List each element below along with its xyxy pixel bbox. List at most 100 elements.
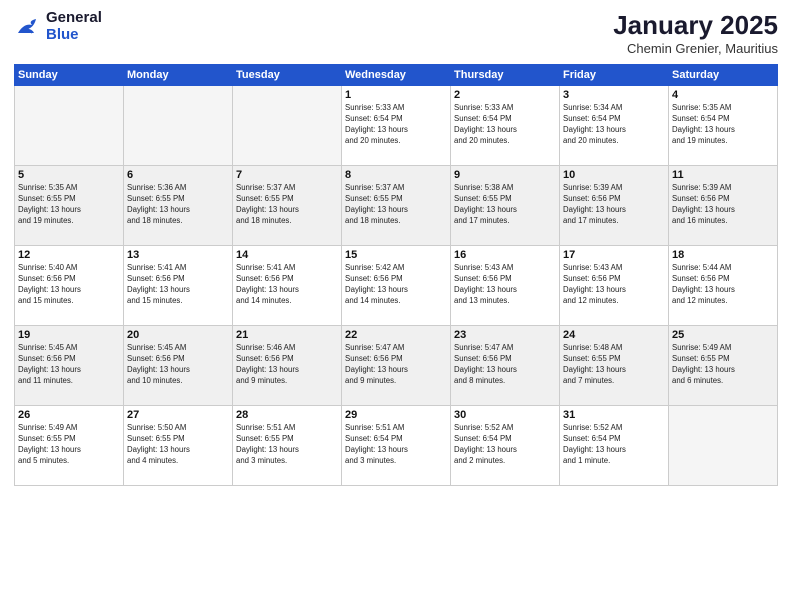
day-number: 20: [127, 329, 229, 341]
logo: General Blue: [14, 10, 102, 43]
calendar-cell: 3 Sunrise: 5:34 AMSunset: 6:54 PMDaylight…: [560, 86, 669, 166]
day-number: 16: [454, 249, 556, 261]
day-number: 5: [18, 169, 120, 181]
day-info: Sunrise: 5:46 AMSunset: 6:56 PMDaylight:…: [236, 343, 338, 387]
calendar-cell: 24 Sunrise: 5:48 AMSunset: 6:55 PMDayligh…: [560, 326, 669, 406]
col-friday: Friday: [560, 65, 669, 86]
day-info: Sunrise: 5:36 AMSunset: 6:55 PMDaylight:…: [127, 183, 229, 227]
day-info: Sunrise: 5:39 AMSunset: 6:56 PMDaylight:…: [672, 183, 774, 227]
calendar-cell: 29 Sunrise: 5:51 AMSunset: 6:54 PMDayligh…: [342, 406, 451, 486]
day-info: Sunrise: 5:47 AMSunset: 6:56 PMDaylight:…: [345, 343, 447, 387]
day-number: 28: [236, 409, 338, 421]
day-number: 6: [127, 169, 229, 181]
col-monday: Monday: [124, 65, 233, 86]
calendar-cell: 22 Sunrise: 5:47 AMSunset: 6:56 PMDayligh…: [342, 326, 451, 406]
day-info: Sunrise: 5:45 AMSunset: 6:56 PMDaylight:…: [18, 343, 120, 387]
calendar-cell: 10Sunrise: 5:39 AMSunset: 6:56 PMDayligh…: [560, 166, 669, 246]
calendar-cell: [669, 406, 778, 486]
calendar-cell: 9Sunrise: 5:38 AMSunset: 6:55 PMDaylight…: [451, 166, 560, 246]
day-info: Sunrise: 5:50 AMSunset: 6:55 PMDaylight:…: [127, 423, 229, 467]
day-number: 8: [345, 169, 447, 181]
day-info: Sunrise: 5:49 AMSunset: 6:55 PMDaylight:…: [672, 343, 774, 387]
calendar-cell: 20Sunrise: 5:45 AMSunset: 6:56 PMDayligh…: [124, 326, 233, 406]
calendar-cell: 19Sunrise: 5:45 AMSunset: 6:56 PMDayligh…: [15, 326, 124, 406]
col-tuesday: Tuesday: [233, 65, 342, 86]
day-info: Sunrise: 5:43 AMSunset: 6:56 PMDaylight:…: [454, 263, 556, 307]
calendar-table: Sunday Monday Tuesday Wednesday Thursday…: [14, 64, 778, 486]
day-number: 14: [236, 249, 338, 261]
calendar-week-5: 26 Sunrise: 5:49 AMSunset: 6:55 PMDayligh…: [15, 406, 778, 486]
day-info: Sunrise: 5:52 AMSunset: 6:54 PMDaylight:…: [563, 423, 665, 467]
month-title: January 2025: [613, 10, 778, 41]
day-number: 4: [672, 89, 774, 101]
day-info: Sunrise: 5:40 AMSunset: 6:56 PMDaylight:…: [18, 263, 120, 307]
day-info: Sunrise: 5:51 AMSunset: 6:55 PMDaylight:…: [236, 423, 338, 467]
calendar-cell: 18Sunrise: 5:44 AMSunset: 6:56 PMDayligh…: [669, 246, 778, 326]
day-info: Sunrise: 5:35 AMSunset: 6:54 PMDaylight:…: [672, 103, 774, 147]
day-number: 27: [127, 409, 229, 421]
day-number: 1: [345, 89, 447, 101]
day-info: Sunrise: 5:52 AMSunset: 6:54 PMDaylight:…: [454, 423, 556, 467]
calendar-cell: 28 Sunrise: 5:51 AMSunset: 6:55 PMDayligh…: [233, 406, 342, 486]
calendar-cell: 16 Sunrise: 5:43 AMSunset: 6:56 PMDayligh…: [451, 246, 560, 326]
calendar-cell: [124, 86, 233, 166]
calendar-cell: 21 Sunrise: 5:46 AMSunset: 6:56 PMDayligh…: [233, 326, 342, 406]
day-info: Sunrise: 5:44 AMSunset: 6:56 PMDaylight:…: [672, 263, 774, 307]
day-info: Sunrise: 5:33 AMSunset: 6:54 PMDaylight:…: [345, 103, 447, 147]
calendar-cell: 2 Sunrise: 5:33 AMSunset: 6:54 PMDaylight…: [451, 86, 560, 166]
day-info: Sunrise: 5:43 AMSunset: 6:56 PMDaylight:…: [563, 263, 665, 307]
calendar-cell: 14 Sunrise: 5:41 AMSunset: 6:56 PMDayligh…: [233, 246, 342, 326]
day-number: 13: [127, 249, 229, 261]
day-number: 21: [236, 329, 338, 341]
day-info: Sunrise: 5:39 AMSunset: 6:56 PMDaylight:…: [563, 183, 665, 227]
day-info: Sunrise: 5:38 AMSunset: 6:55 PMDaylight:…: [454, 183, 556, 227]
day-number: 22: [345, 329, 447, 341]
day-number: 3: [563, 89, 665, 101]
day-number: 17: [563, 249, 665, 261]
calendar-cell: 31Sunrise: 5:52 AMSunset: 6:54 PMDayligh…: [560, 406, 669, 486]
calendar-cell: 23 Sunrise: 5:47 AMSunset: 6:56 PMDayligh…: [451, 326, 560, 406]
calendar-week-4: 19Sunrise: 5:45 AMSunset: 6:56 PMDayligh…: [15, 326, 778, 406]
col-thursday: Thursday: [451, 65, 560, 86]
day-info: Sunrise: 5:49 AMSunset: 6:55 PMDaylight:…: [18, 423, 120, 467]
title-block: January 2025 Chemin Grenier, Mauritius: [613, 10, 778, 56]
header-row: Sunday Monday Tuesday Wednesday Thursday…: [15, 65, 778, 86]
day-info: Sunrise: 5:34 AMSunset: 6:54 PMDaylight:…: [563, 103, 665, 147]
day-number: 23: [454, 329, 556, 341]
calendar-cell: 8 Sunrise: 5:37 AMSunset: 6:55 PMDaylight…: [342, 166, 451, 246]
calendar-cell: 26 Sunrise: 5:49 AMSunset: 6:55 PMDayligh…: [15, 406, 124, 486]
logo-text: General Blue: [46, 10, 102, 43]
calendar-cell: 30 Sunrise: 5:52 AMSunset: 6:54 PMDayligh…: [451, 406, 560, 486]
calendar-cell: 6 Sunrise: 5:36 AMSunset: 6:55 PMDaylight…: [124, 166, 233, 246]
day-number: 11: [672, 169, 774, 181]
calendar-cell: 1 Sunrise: 5:33 AMSunset: 6:54 PMDaylight…: [342, 86, 451, 166]
day-info: Sunrise: 5:41 AMSunset: 6:56 PMDaylight:…: [236, 263, 338, 307]
day-info: Sunrise: 5:48 AMSunset: 6:55 PMDaylight:…: [563, 343, 665, 387]
calendar-week-3: 12Sunrise: 5:40 AMSunset: 6:56 PMDayligh…: [15, 246, 778, 326]
location-subtitle: Chemin Grenier, Mauritius: [613, 41, 778, 56]
calendar-cell: 15Sunrise: 5:42 AMSunset: 6:56 PMDayligh…: [342, 246, 451, 326]
day-info: Sunrise: 5:42 AMSunset: 6:56 PMDaylight:…: [345, 263, 447, 307]
calendar-cell: 5 Sunrise: 5:35 AMSunset: 6:55 PMDaylight…: [15, 166, 124, 246]
day-info: Sunrise: 5:35 AMSunset: 6:55 PMDaylight:…: [18, 183, 120, 227]
calendar-cell: [15, 86, 124, 166]
day-info: Sunrise: 5:33 AMSunset: 6:54 PMDaylight:…: [454, 103, 556, 147]
calendar-cell: 12Sunrise: 5:40 AMSunset: 6:56 PMDayligh…: [15, 246, 124, 326]
day-number: 26: [18, 409, 120, 421]
calendar-cell: 7Sunrise: 5:37 AMSunset: 6:55 PMDaylight…: [233, 166, 342, 246]
day-info: Sunrise: 5:41 AMSunset: 6:56 PMDaylight:…: [127, 263, 229, 307]
header: General Blue January 2025 Chemin Grenier…: [14, 10, 778, 56]
day-info: Sunrise: 5:47 AMSunset: 6:56 PMDaylight:…: [454, 343, 556, 387]
day-number: 24: [563, 329, 665, 341]
day-number: 7: [236, 169, 338, 181]
calendar-cell: 13 Sunrise: 5:41 AMSunset: 6:56 PMDayligh…: [124, 246, 233, 326]
calendar-cell: 25Sunrise: 5:49 AMSunset: 6:55 PMDayligh…: [669, 326, 778, 406]
day-info: Sunrise: 5:37 AMSunset: 6:55 PMDaylight:…: [345, 183, 447, 227]
day-number: 29: [345, 409, 447, 421]
calendar-cell: [233, 86, 342, 166]
day-number: 30: [454, 409, 556, 421]
day-number: 2: [454, 89, 556, 101]
calendar-cell: 27 Sunrise: 5:50 AMSunset: 6:55 PMDayligh…: [124, 406, 233, 486]
day-info: Sunrise: 5:51 AMSunset: 6:54 PMDaylight:…: [345, 423, 447, 467]
calendar-cell: 11 Sunrise: 5:39 AMSunset: 6:56 PMDayligh…: [669, 166, 778, 246]
